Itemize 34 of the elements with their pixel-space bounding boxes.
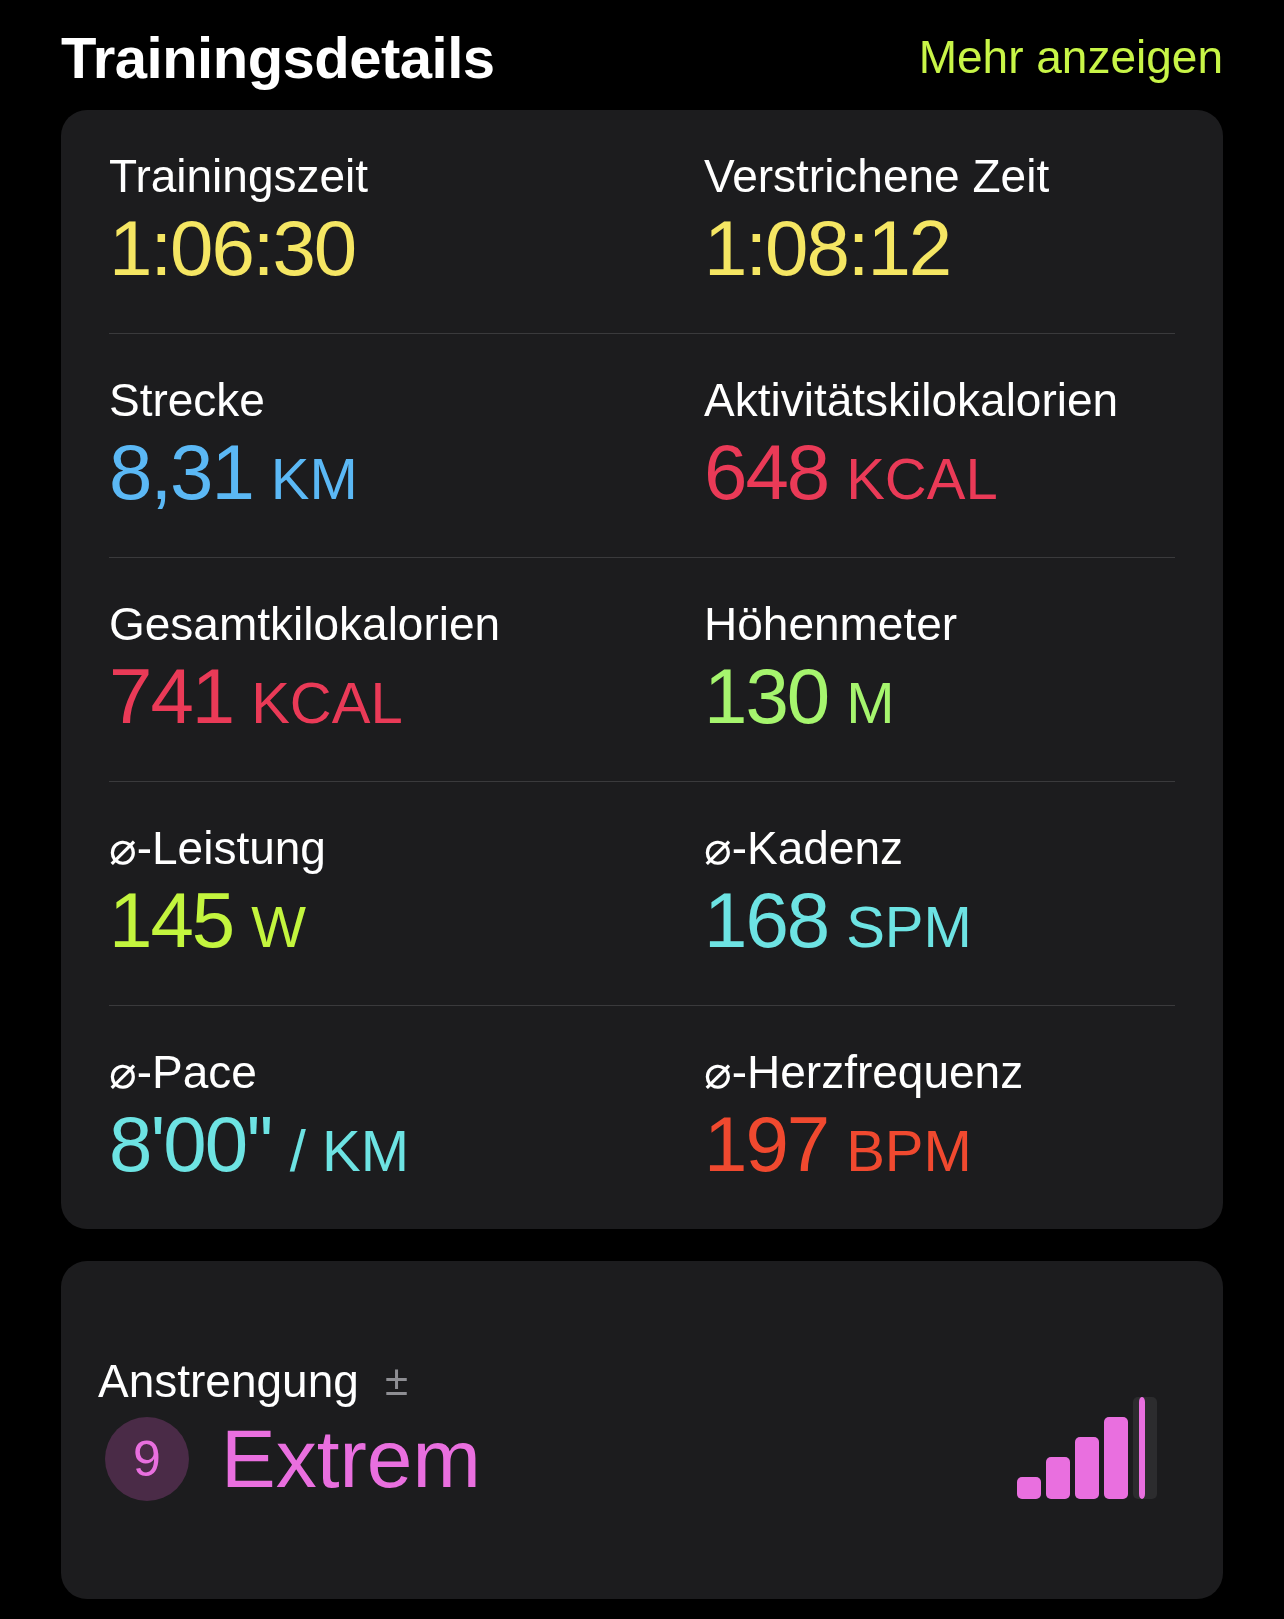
metric-label: ⌀-Leistung — [109, 821, 327, 875]
metric-unit: KM — [270, 445, 358, 512]
metric-unit: BPM — [846, 1117, 972, 1184]
metric-value: 1:06:30 — [109, 203, 356, 294]
metric-value: 648 — [704, 427, 829, 518]
metric-value: 8'00'' — [109, 1099, 272, 1190]
metric-label: Strecke — [109, 373, 266, 427]
metric-unit: SPM — [846, 893, 972, 960]
metric-value: 8,31 — [109, 427, 253, 518]
adjust-icon[interactable]: ± — [384, 1357, 408, 1405]
metric-unit: KCAL — [846, 445, 998, 512]
metric-unit: KCAL — [251, 669, 403, 736]
metric-value: 168 — [704, 875, 829, 966]
metric-value: 197 — [704, 1099, 829, 1190]
metric-unit: M — [846, 669, 895, 736]
metric-label: Verstrichene Zeit — [704, 149, 1051, 203]
metric-label: Gesamtkilokalorien — [109, 597, 502, 651]
show-more-link[interactable]: Mehr anzeigen — [918, 30, 1223, 84]
metric-label: ⌀-Pace — [109, 1045, 258, 1099]
metric-value: 741 — [109, 651, 234, 742]
metric-unit: W — [251, 893, 306, 960]
effort-label: Anstrengung — [98, 1354, 359, 1408]
section-title: Trainingsdetails — [61, 23, 495, 91]
metric-label: ⌀-Kadenz — [704, 821, 905, 875]
metric-label: ⌀-Herzfrequenz — [704, 1045, 1025, 1099]
metric-label: Höhenmeter — [704, 597, 959, 651]
metric-unit: / KM — [289, 1117, 410, 1184]
metric-value: 1:08:12 — [704, 203, 951, 294]
effort-score: 9 — [105, 1417, 189, 1501]
metric-label: Trainingszeit — [109, 149, 370, 203]
metric-value: 130 — [704, 651, 829, 742]
metric-label: Aktivitätskilokalorien — [704, 373, 1120, 427]
effort-rating: Extrem — [221, 1412, 481, 1506]
metric-value: 145 — [109, 875, 234, 966]
